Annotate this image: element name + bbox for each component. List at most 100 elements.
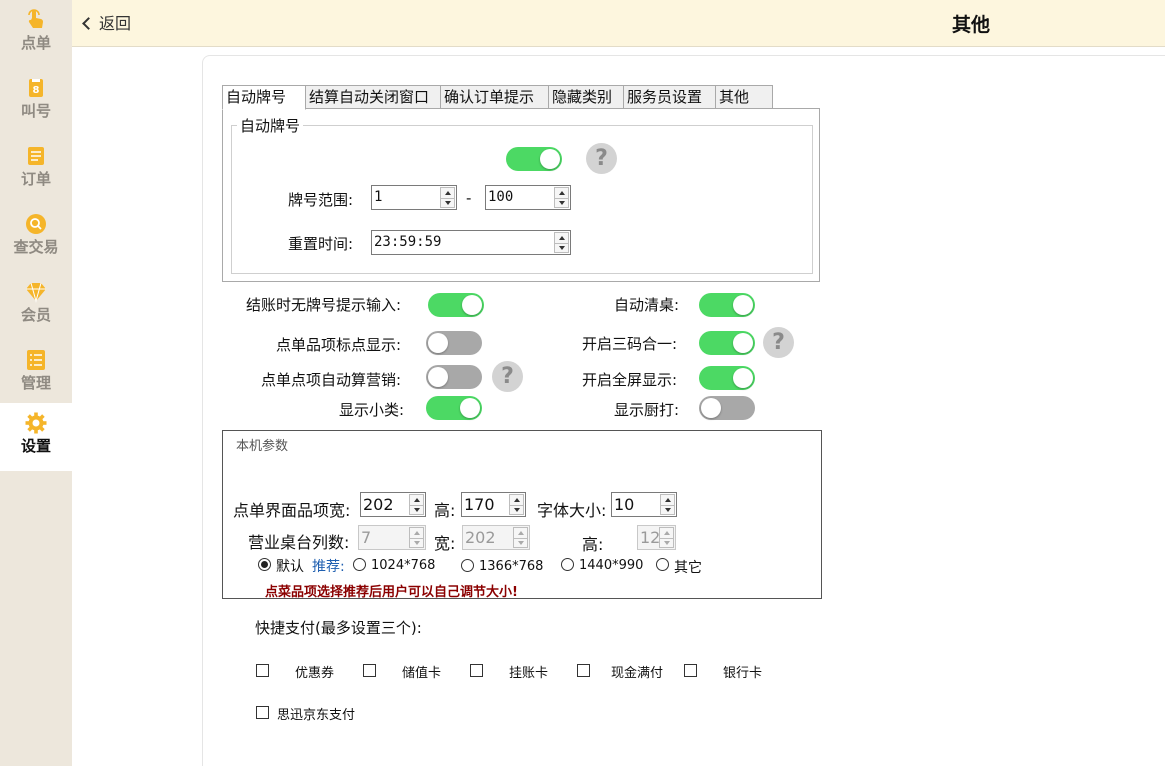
sidebar-item-label: 订单 — [20, 170, 51, 188]
quick-pay-checkbox-coupon[interactable] — [256, 664, 269, 677]
range-to-stepper[interactable]: 100 — [485, 185, 571, 210]
sidebar: 点单 8 叫号 订单 查交易 会员 管理 设置 — [0, 0, 72, 766]
chevron-up-icon[interactable] — [514, 528, 527, 538]
tab-waiter-settings[interactable]: 服务员设置 — [623, 85, 716, 109]
item-dot-display-toggle[interactable] — [426, 331, 482, 355]
stepper-buttons[interactable] — [660, 494, 675, 515]
table-columns-stepper[interactable]: 7 — [358, 525, 426, 550]
fullscreen-toggle[interactable] — [699, 366, 755, 390]
quick-pay-label-cash-full: 现金满付 — [611, 666, 664, 681]
chevron-down-icon[interactable] — [410, 505, 423, 515]
show-kitchen-print-toggle[interactable] — [699, 396, 755, 420]
chevron-up-icon[interactable] — [410, 528, 423, 538]
stepper-buttons[interactable] — [509, 494, 524, 515]
font-size-label: 字体大小: — [537, 501, 607, 520]
help-icon[interactable]: ? — [763, 327, 794, 358]
stepper-buttons[interactable] — [513, 527, 528, 548]
chevron-down-icon[interactable] — [661, 505, 674, 515]
reset-time-field[interactable]: 23:59:59 — [371, 230, 571, 255]
radio-default[interactable] — [258, 558, 271, 571]
chevron-down-icon[interactable] — [555, 198, 568, 208]
three-in-one-toggle[interactable] — [699, 331, 755, 355]
radio-1024x768[interactable] — [353, 558, 366, 571]
item-height-stepper[interactable]: 170 — [461, 492, 526, 517]
chevron-up-icon[interactable] — [555, 188, 568, 198]
sidebar-item-members[interactable]: 会员 — [0, 272, 72, 340]
stepper-buttons[interactable] — [409, 527, 424, 548]
diamond-icon — [26, 282, 46, 303]
table-width-value: 202 — [465, 528, 496, 547]
toggle-knob — [428, 333, 448, 353]
quick-pay-checkbox-jd-pay[interactable] — [256, 706, 269, 719]
stepper-buttons[interactable] — [440, 187, 455, 208]
sidebar-item-transactions[interactable]: 查交易 — [0, 204, 72, 272]
show-subcategory-label: 显示小类: — [339, 401, 405, 419]
auto-number-toggle[interactable] — [506, 147, 562, 171]
tab-auto-number[interactable]: 自动牌号 — [222, 85, 306, 110]
stepper-buttons[interactable] — [554, 232, 569, 253]
toggle-knob — [462, 295, 482, 315]
chevron-down-icon[interactable] — [441, 198, 454, 208]
stepper-buttons[interactable] — [659, 527, 674, 548]
tab-other[interactable]: 其他 — [715, 85, 773, 109]
stepper-buttons[interactable] — [554, 187, 569, 208]
help-icon[interactable]: ? — [586, 143, 617, 174]
hand-tap-icon — [28, 9, 44, 28]
radio-1366x768-label: 1366*768 — [479, 559, 544, 574]
chevron-down-icon[interactable] — [510, 505, 523, 515]
sidebar-item-order[interactable]: 点单 — [0, 0, 72, 68]
tab-hide-category[interactable]: 隐藏类别 — [548, 85, 624, 109]
auto-marketing-toggle[interactable] — [426, 365, 482, 389]
table-columns-label: 营业桌台列数: — [248, 533, 350, 552]
quick-pay-checkbox-credit-card[interactable] — [470, 664, 483, 677]
chevron-up-icon[interactable] — [441, 188, 454, 198]
tab-auto-close-window[interactable]: 结算自动关闭窗口 — [305, 85, 441, 109]
table-width-label: 宽: — [434, 534, 456, 553]
chevron-down-icon[interactable] — [514, 538, 527, 548]
sidebar-item-settings[interactable]: 设置 — [0, 403, 72, 471]
chevron-up-icon[interactable] — [555, 233, 568, 243]
gear-icon — [25, 412, 47, 434]
font-size-value: 10 — [614, 495, 635, 514]
auto-marketing-label: 点单点项自动算营销: — [261, 371, 402, 389]
item-width-stepper[interactable]: 202 — [360, 492, 426, 517]
reset-time-label: 重置时间: — [288, 235, 354, 253]
chevron-down-icon[interactable] — [410, 538, 423, 548]
radio-1440x990[interactable] — [561, 558, 574, 571]
chevron-up-icon[interactable] — [661, 495, 674, 505]
radio-1366x768[interactable] — [461, 559, 474, 572]
quick-pay-title: 快捷支付(最多设置三个): — [255, 619, 422, 637]
sidebar-item-call-number[interactable]: 8 叫号 — [0, 68, 72, 136]
item-width-value: 202 — [363, 495, 394, 514]
font-size-stepper[interactable]: 10 — [611, 492, 677, 517]
sidebar-item-label: 设置 — [20, 437, 51, 455]
sidebar-item-label: 管理 — [20, 374, 51, 392]
range-from-stepper[interactable]: 1 — [371, 185, 457, 210]
chevron-down-icon[interactable] — [660, 538, 673, 548]
sidebar-item-manage[interactable]: 管理 — [0, 340, 72, 408]
chevron-up-icon[interactable] — [410, 495, 423, 505]
quick-pay-checkbox-bank-card[interactable] — [684, 664, 697, 677]
show-subcategory-toggle[interactable] — [426, 396, 482, 420]
toggle-knob — [701, 398, 721, 418]
quick-pay-checkbox-stored-value[interactable] — [363, 664, 376, 677]
range-separator: - — [466, 189, 472, 207]
chevron-up-icon[interactable] — [660, 528, 673, 538]
sidebar-item-label: 叫号 — [20, 102, 51, 120]
stepper-buttons[interactable] — [409, 494, 424, 515]
tab-confirm-order[interactable]: 确认订单提示 — [440, 85, 549, 109]
chevron-up-icon[interactable] — [510, 495, 523, 505]
page-title: 其他 — [952, 14, 991, 36]
back-button[interactable]: 返回 — [82, 10, 131, 34]
no-number-prompt-toggle[interactable] — [428, 293, 484, 317]
table-width-stepper[interactable]: 202 — [462, 525, 530, 550]
quick-pay-checkbox-cash-full[interactable] — [577, 664, 590, 677]
number-ticket-icon: 8 — [29, 79, 43, 97]
chevron-down-icon[interactable] — [555, 243, 568, 253]
table-height-stepper[interactable]: 128 — [637, 525, 676, 550]
radio-other[interactable] — [656, 558, 669, 571]
sidebar-item-orders[interactable]: 订单 — [0, 136, 72, 204]
help-icon[interactable]: ? — [492, 361, 523, 392]
toggle-knob — [733, 333, 753, 353]
auto-clear-table-toggle[interactable] — [699, 293, 755, 317]
